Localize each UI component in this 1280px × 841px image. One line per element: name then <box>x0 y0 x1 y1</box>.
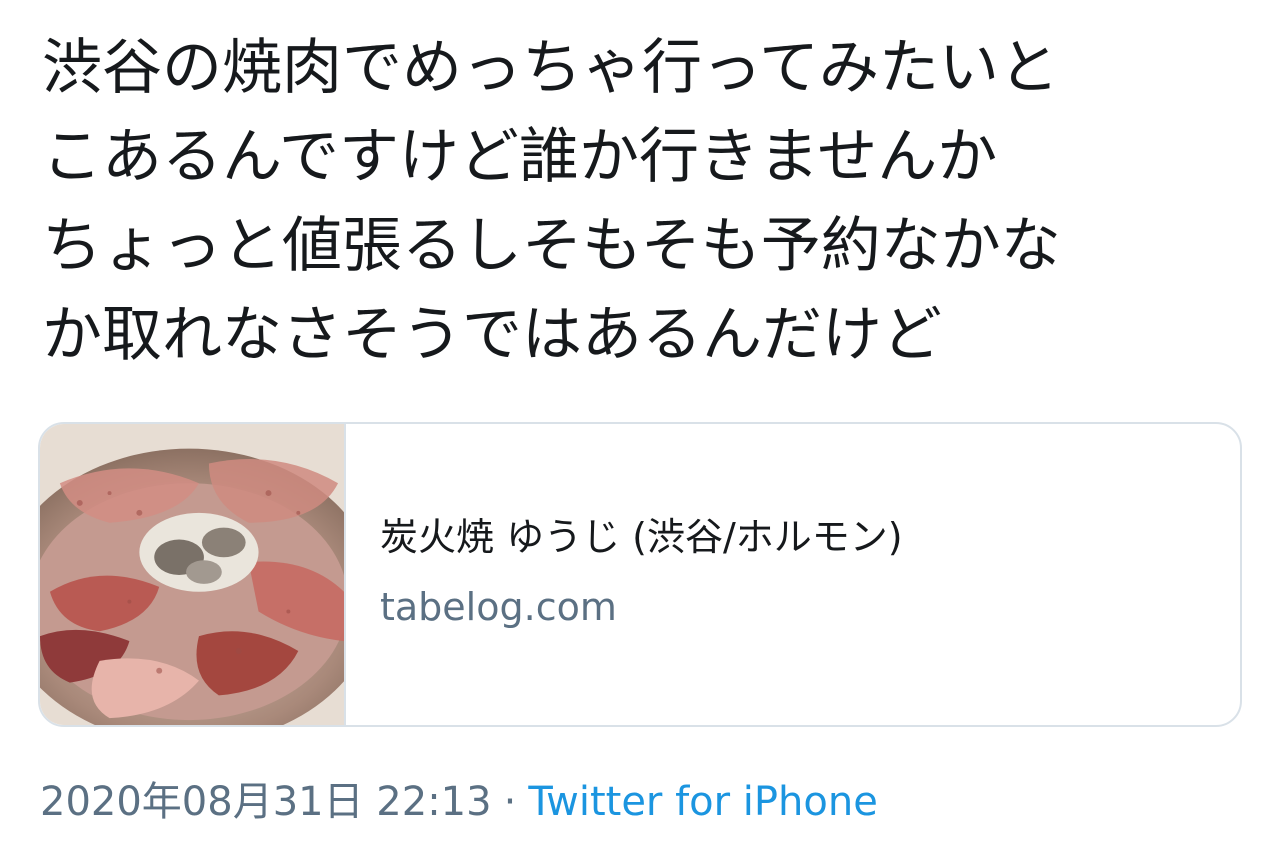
card-title[interactable]: 炭火焼 ゆうじ (渋谷/ホルモン) <box>380 512 1240 562</box>
tweet-text: 渋谷の焼肉でめっちゃ行ってみたいと こあるんですけど誰か行きませんか ちょっと値… <box>42 24 1242 380</box>
meta-separator: · <box>503 779 517 825</box>
card-domain: tabelog.com <box>380 584 617 629</box>
tweet-text-line: こあるんですけど誰か行きませんか <box>42 122 998 192</box>
link-preview-card[interactable]: 炭火焼 ゆうじ (渋谷/ホルモン) tabelog.com <box>38 422 1242 727</box>
tweet-meta: 2020年08月31日 22:13 · Twitter for iPhone <box>40 772 878 832</box>
tweet-source-link[interactable]: Twitter for iPhone <box>528 779 878 825</box>
tweet-text-line: 渋谷の焼肉でめっちゃ行ってみたいと <box>42 33 1059 103</box>
yakiniku-photo-icon <box>40 424 344 725</box>
tweet-text-line: か取れなさそうではあるんだけど <box>42 300 942 370</box>
tweet-timestamp[interactable]: 2020年08月31日 22:13 <box>40 779 492 825</box>
tweet: 渋谷の焼肉でめっちゃ行ってみたいと こあるんですけど誰か行きませんか ちょっと値… <box>0 0 1280 841</box>
card-body[interactable]: 炭火焼 ゆうじ (渋谷/ホルモン) tabelog.com <box>346 424 1240 725</box>
card-thumbnail[interactable] <box>40 424 346 725</box>
tweet-text-line: ちょっと値張るしそもそも予約なかな <box>42 211 1061 281</box>
